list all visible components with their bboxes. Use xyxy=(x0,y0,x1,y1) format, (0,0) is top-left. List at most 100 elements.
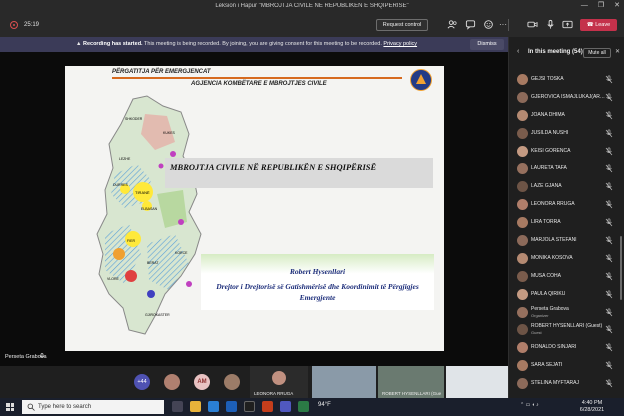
video-tile[interactable]: LEONORA RRUGA xyxy=(250,366,308,398)
map-label: ELBASAN xyxy=(141,207,158,211)
participant-row[interactable]: GJEROVICA ISMAJLUKAJ(ARE... xyxy=(509,89,624,107)
presenter-mic-icon xyxy=(39,353,45,358)
tile-avatar xyxy=(272,371,286,385)
maximize-button[interactable]: ❐ xyxy=(598,2,604,10)
recording-icon xyxy=(10,21,18,29)
close-window-button[interactable]: ✕ xyxy=(614,2,620,10)
app-icon[interactable] xyxy=(244,401,255,412)
map-label: KORCE xyxy=(175,251,188,255)
privacy-policy-link[interactable]: Privacy policy xyxy=(383,41,417,47)
participant-row[interactable]: MARJOLA STEFANI xyxy=(509,232,624,250)
microphone-icon[interactable] xyxy=(544,19,556,31)
participant-row[interactable]: LEONORA RRUGA xyxy=(509,196,624,214)
leave-button[interactable]: ☎ Leave xyxy=(580,19,617,31)
request-control-button[interactable]: Request control xyxy=(376,19,428,31)
reactions-icon[interactable] xyxy=(482,19,494,31)
muted-mic-icon xyxy=(605,93,613,102)
meeting-timer: 25:19 xyxy=(24,22,40,28)
clock-date: 6/28/2021 xyxy=(579,407,605,413)
participant-name: RONALDO SINJARI xyxy=(531,344,577,351)
participant-row[interactable]: STELINA MYFTARAJ xyxy=(509,375,624,393)
participant-row[interactable]: KEISI GORENCA xyxy=(509,143,624,161)
close-panel-icon[interactable]: ✕ xyxy=(615,48,620,55)
participant-row[interactable]: PAULA QIRIKU xyxy=(509,286,624,304)
phone-hangup-icon: ☎ xyxy=(586,22,596,28)
participant-avatar-initials[interactable]: AM xyxy=(194,374,210,390)
slide-presenter-role: Drejtor i Drejtorisë së Gatishmërisë dhe… xyxy=(216,282,419,302)
participant-avatar xyxy=(517,145,528,157)
participant-role: Organizer xyxy=(531,312,549,318)
map-label: VLORE xyxy=(107,277,120,281)
search-placeholder: Type here to search xyxy=(38,404,92,410)
muted-mic-icon xyxy=(605,164,613,173)
more-participants-button[interactable]: +44 xyxy=(134,374,150,390)
participant-name: SARA SEJATI xyxy=(531,362,563,369)
participant-avatar xyxy=(517,342,528,354)
powerpoint-icon[interactable] xyxy=(262,401,273,412)
map-label: TIRANË xyxy=(135,190,150,195)
participants-icon[interactable] xyxy=(446,19,458,31)
map-label: BERAT xyxy=(147,261,159,265)
dismiss-button[interactable]: Dismiss xyxy=(470,39,504,50)
minimize-button[interactable]: — xyxy=(581,2,588,10)
leave-label: Leave xyxy=(595,22,611,28)
task-view-icon[interactable] xyxy=(172,401,183,412)
participant-row[interactable]: LAZE GJANA xyxy=(509,178,624,196)
participant-avatar[interactable] xyxy=(224,374,240,390)
participant-name: GJEROVICA ISMAJLUKAJ(ARE... xyxy=(531,93,605,100)
participant-avatar xyxy=(517,235,528,247)
participant-row[interactable]: MONIKA KOSOVA xyxy=(509,250,624,268)
muted-mic-icon xyxy=(605,290,613,298)
chat-icon[interactable] xyxy=(464,19,476,31)
taskbar-clock[interactable]: 4:40 PM 6/28/2021 xyxy=(572,400,612,414)
video-tile[interactable]: ROBERT HYSENLLARI (Gue xyxy=(378,366,444,398)
video-tile[interactable] xyxy=(312,366,376,398)
participant-name: JOANA DHIMA xyxy=(531,111,565,118)
taskbar-search-box[interactable]: Type here to search xyxy=(22,400,164,414)
participant-row[interactable]: MUSA COHA xyxy=(509,268,624,286)
participants-panel: ‹ In this meeting (54) Mute all ✕ GEJSI … xyxy=(508,37,624,398)
participant-avatar[interactable] xyxy=(164,374,180,390)
window-controls: — ❐ ✕ xyxy=(581,2,620,10)
participant-row[interactable]: LAURETA TAFA xyxy=(509,160,624,178)
panel-title-text: In this meeting xyxy=(528,49,571,55)
participant-name: Perseta Grabova xyxy=(531,305,569,312)
slide-agency: AGJENCIA KOMBËTARE E MBROJTJES CIVILE xyxy=(191,81,327,87)
participant-row[interactable]: LIRA TORRA xyxy=(509,214,624,232)
muted-mic-icon xyxy=(605,379,613,388)
slide-header-underline xyxy=(112,77,402,79)
system-tray[interactable]: ⌃ ▭ ◖ ♪ xyxy=(520,402,539,408)
weather-widget[interactable]: 94°F xyxy=(318,402,331,408)
participant-row[interactable]: SARA SEJATI xyxy=(509,357,624,375)
word-icon[interactable] xyxy=(226,401,237,412)
video-tile[interactable] xyxy=(446,366,508,398)
window-title-bar: Leksion i Hapur "MBROJTJA CIVILE NË REPU… xyxy=(0,0,624,13)
participant-name: LAZE GJANA xyxy=(531,183,562,190)
participant-role: Guest xyxy=(531,330,542,336)
tile-label: LEONORA RRUGA xyxy=(254,391,294,396)
camera-icon[interactable] xyxy=(526,19,538,31)
mute-all-button[interactable]: Mute all xyxy=(583,48,611,58)
civil-protection-logo xyxy=(410,69,432,91)
share-screen-icon[interactable] xyxy=(561,19,573,31)
participant-row[interactable]: JOANA DHIMA xyxy=(509,107,624,125)
participant-row[interactable]: GEJSI TOSKA xyxy=(509,71,624,89)
panel-title: In this meeting (54) xyxy=(528,49,583,55)
participant-row[interactable]: Perseta Grabova Organizer xyxy=(509,304,624,322)
muted-mic-icon xyxy=(605,218,613,227)
teams-icon[interactable] xyxy=(280,401,291,412)
panel-scrollbar[interactable] xyxy=(620,236,622,300)
file-explorer-icon[interactable] xyxy=(190,401,201,412)
muted-mic-icon xyxy=(605,182,613,191)
edge-icon[interactable] xyxy=(208,401,219,412)
back-chevron-icon[interactable]: ‹ xyxy=(517,48,519,55)
map-label: SHKODER xyxy=(125,117,143,121)
excel-icon[interactable] xyxy=(298,401,309,412)
slide-presenter-name: Robert Hysenllari xyxy=(289,267,346,276)
participant-row[interactable]: RONALDO SINJARI xyxy=(509,339,624,357)
participant-row[interactable]: JUSILDA NUSHI xyxy=(509,125,624,143)
windows-start-icon[interactable] xyxy=(6,403,14,411)
participant-row[interactable]: ROBERT HYSENLLARI (Guest) Guest xyxy=(509,321,624,339)
muted-mic-icon xyxy=(605,147,613,155)
banner-heading: Recording has started. xyxy=(82,41,143,47)
